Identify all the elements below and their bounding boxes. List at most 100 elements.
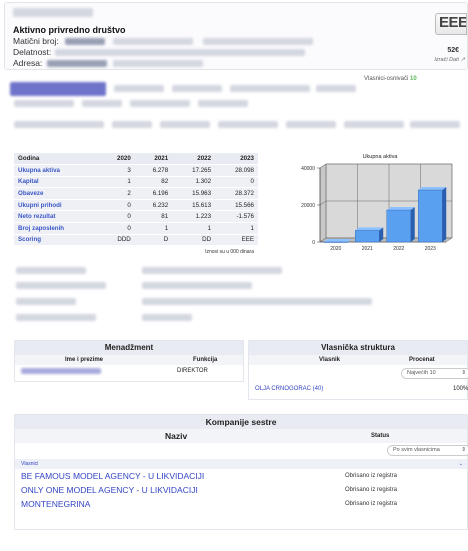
financial-cell: 28.098 xyxy=(215,164,258,177)
ukupna-aktiva-chart: Ukupna aktiva 0 20000 40000 2020 2021 2022 202… xyxy=(301,154,453,252)
financial-note-row: Iznosi su u 000 dinara xyxy=(14,245,258,258)
financial-cell: 0 xyxy=(100,222,135,235)
financial-row: Obaveze 2 6.196 15.963 28.372 xyxy=(14,187,258,200)
sister-company-link[interactable]: MONTENEGRINA xyxy=(21,497,90,511)
nav-tab-11[interactable] xyxy=(112,121,152,128)
chart-bar-top xyxy=(418,187,447,191)
credit-link[interactable]: Izrači Dati ↗ xyxy=(434,57,465,63)
chart-bar-top xyxy=(323,238,352,242)
nav-tab-4[interactable] xyxy=(230,85,310,92)
nav-tab-10[interactable] xyxy=(14,121,104,128)
management-header: Ime i prezime Funkcija xyxy=(15,355,243,365)
chart-bar-side xyxy=(410,207,415,242)
financial-cell: DD xyxy=(172,234,216,247)
financial-cell: 17.265 xyxy=(172,164,216,177)
delatnost-row: Delatnost: xyxy=(13,47,305,57)
financial-cell: 15.963 xyxy=(172,187,216,200)
sisters-filter-row: Po svim vlasnicima ⇕ xyxy=(15,443,468,459)
info-key-2 xyxy=(16,282,106,289)
chart-ytick-label: 0 xyxy=(312,240,315,246)
nav-tab-15[interactable] xyxy=(344,121,404,128)
sister-companies-list: BE FAMOUS MODEL AGENCY - U LIKVIDACIJI Ob… xyxy=(15,469,467,511)
sister-companies-panel: Kompanije sestre Naziv Status Po svim vl… xyxy=(14,414,468,530)
manager-name-redacted[interactable] xyxy=(21,368,101,374)
chart-bar-side xyxy=(442,187,447,242)
financial-cell: 3 xyxy=(100,164,135,177)
nav-tab-5[interactable] xyxy=(316,85,356,92)
sister-company-link[interactable]: BE FAMOUS MODEL AGENCY - U LIKVIDACIJI xyxy=(21,469,204,483)
manager-function: DIREKTOR xyxy=(177,368,208,374)
financial-cell: 6.278 xyxy=(134,164,173,177)
ownership-header: Vlasnik Procenat xyxy=(249,355,467,365)
financial-cell: 0 xyxy=(100,199,135,212)
financial-cell: 1 xyxy=(134,222,173,235)
adresa-redacted xyxy=(47,60,107,67)
info-value-2 xyxy=(142,282,252,289)
maticni-redacted xyxy=(65,38,105,45)
chart-xtick-label: 2023 xyxy=(425,246,436,252)
nav-tab-2[interactable] xyxy=(114,85,164,92)
sisters-filter-select[interactable]: Po svim vlasnicima ⇕ xyxy=(387,445,468,456)
owners-side-label[interactable]: Vlasnici-osnivači 10 xyxy=(364,76,417,82)
financial-note: Iznosi su u 000 dinara xyxy=(14,245,258,258)
financial-cell: D xyxy=(134,234,173,247)
financial-row-label: Ukupni prihodi xyxy=(14,199,101,212)
nav-tab-7[interactable] xyxy=(82,100,122,107)
nav-tab-13[interactable] xyxy=(218,121,278,128)
info-row-3 xyxy=(10,296,466,307)
sister-company-row: BE FAMOUS MODEL AGENCY - U LIKVIDACIJI Ob… xyxy=(15,469,467,483)
nav-tab-8[interactable] xyxy=(130,100,190,107)
management-row: DIREKTOR xyxy=(15,365,243,377)
section-navigation: Vlasnici-osnivači 10 xyxy=(4,76,468,136)
chart-bar-top xyxy=(386,207,415,211)
col-2022: 2022 xyxy=(172,153,216,166)
ownership-filter-select[interactable]: Najvećih 10 ⇕ xyxy=(401,368,468,379)
company-status-title: Aktivno privredno društvo xyxy=(13,25,126,35)
ownership-title: Vlasnička struktura xyxy=(249,341,467,355)
financial-row: Scoring DDD D DD EEE xyxy=(14,234,258,247)
nav-tab-14[interactable] xyxy=(286,121,336,128)
sister-company-link[interactable]: ONLY ONE MODEL AGENCY - U LIKVIDACIJI xyxy=(21,483,198,497)
financial-header-row: Godina 2020 2021 2022 2023 xyxy=(14,153,258,166)
nav-tab-12[interactable] xyxy=(160,121,210,128)
delatnost-label: Delatnost: xyxy=(13,47,52,57)
financial-row-label: Ukupna aktiva xyxy=(14,164,101,177)
owners-side-label-text: Vlasnici-osnivači xyxy=(364,76,409,82)
sisters-filter-value: Po svim vlasnicima xyxy=(393,447,440,453)
info-value-1 xyxy=(142,267,282,274)
maticni-row: Matični broj: xyxy=(13,36,313,46)
financial-row: Kapital 1 82 1.302 0 xyxy=(14,176,258,189)
owner-link[interactable]: OLJA CRNOGORAC (40) xyxy=(255,383,323,395)
nav-tab-9[interactable] xyxy=(198,100,248,107)
scoring-badge[interactable]: EEE xyxy=(435,13,467,35)
nav-tab-16[interactable] xyxy=(410,121,460,128)
financial-cell: 82 xyxy=(134,176,173,189)
chevron-down-icon: ⌄ xyxy=(458,461,463,467)
financial-summary-table: Godina 2020 2021 2022 2023 Ukupna aktiva… xyxy=(14,153,258,258)
financial-row: Neto rezultat 0 81 1.223 -1.576 xyxy=(14,210,258,224)
chevron-icon: ⇕ xyxy=(461,447,466,453)
info-row-4 xyxy=(10,312,466,323)
adresa-row: Adresa: xyxy=(13,58,203,68)
chevron-icon: ⇕ xyxy=(461,370,466,376)
info-value-4 xyxy=(142,314,192,321)
nav-tab-6[interactable] xyxy=(14,100,74,107)
financial-cell: 0 xyxy=(215,176,258,189)
nav-tab-3[interactable] xyxy=(172,85,222,92)
sisters-group-row[interactable]: Vlasnici ⌄ xyxy=(15,459,467,469)
management-col-function: Funkcija xyxy=(193,357,218,363)
chart-xtick-label: 2021 xyxy=(362,246,373,252)
financial-row-label: Obaveze xyxy=(14,187,101,200)
chart-xtick-label: 2022 xyxy=(393,246,404,252)
management-col-name: Ime i prezime xyxy=(65,357,104,363)
financial-row-label: Broj zaposlenih xyxy=(14,222,101,235)
owners-side-badge: 10 xyxy=(410,76,417,82)
financial-cell: 15.566 xyxy=(215,199,258,212)
financial-cell: 1 xyxy=(100,176,135,189)
col-2021: 2021 xyxy=(134,153,173,166)
management-panel: Menadžment Ime i prezime Funkcija DIREKT… xyxy=(14,340,244,382)
header-redacted-top xyxy=(13,8,93,17)
ownership-filter-row: Najvećih 10 ⇕ xyxy=(249,365,468,383)
financial-cell: 1 xyxy=(215,222,258,235)
nav-tab-active[interactable] xyxy=(10,82,106,96)
